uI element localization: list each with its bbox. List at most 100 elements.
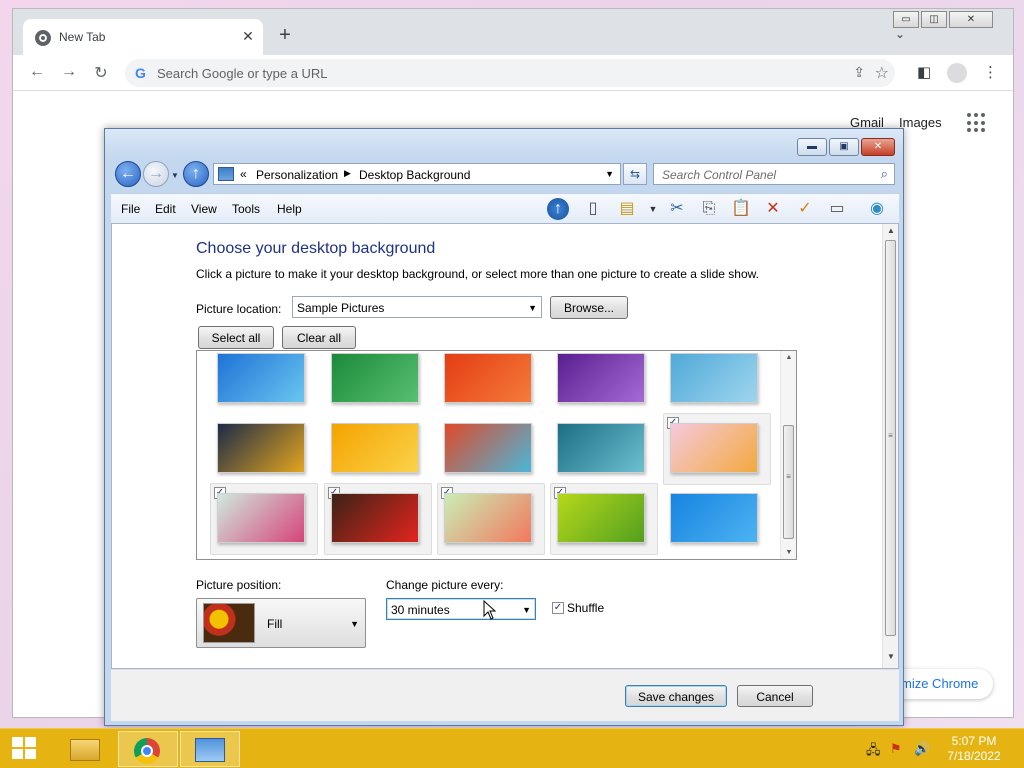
images-link[interactable]: Images: [899, 115, 942, 130]
menu-edit[interactable]: Edit: [155, 202, 176, 216]
back-button-icon[interactable]: ←: [115, 161, 141, 187]
omnibox-placeholder: Search Google or type a URL: [157, 66, 328, 81]
bookmark-star-icon[interactable]: ☆: [875, 63, 889, 83]
gallery-scrollbar[interactable]: ▲ ≡ ▼: [780, 351, 796, 559]
action-center-flag-icon[interactable]: ⚑: [890, 741, 902, 757]
content-scroll-thumb[interactable]: ≡: [885, 240, 896, 636]
search-icon[interactable]: ⌕: [881, 166, 888, 182]
panes-tool-icon[interactable]: ▯: [581, 198, 605, 220]
omnibox[interactable]: G Search Google or type a URL ⇪ ☆: [125, 59, 895, 87]
volume-icon[interactable]: 🔊: [914, 741, 930, 757]
breadcrumb-personalization[interactable]: Personalization: [256, 168, 338, 182]
copy-icon[interactable]: ⎘: [697, 198, 721, 220]
wallpaper-gallery[interactable]: ▲ ≡ ▼ ✓✓✓✓✓: [196, 350, 797, 560]
cut-icon[interactable]: ✂: [665, 198, 689, 220]
folder-options-icon[interactable]: ▤: [615, 198, 639, 220]
menu-view[interactable]: View: [191, 202, 217, 216]
scroll-down-icon[interactable]: ▼: [883, 652, 899, 666]
recent-pages-dropdown-icon[interactable]: ▼: [171, 171, 179, 180]
up-level-icon[interactable]: ↑: [183, 161, 209, 187]
wallpaper-thumbnail[interactable]: [444, 423, 532, 473]
cancel-button[interactable]: Cancel: [737, 685, 813, 707]
tab-new-tab[interactable]: New Tab ✕: [23, 19, 263, 55]
gallery-scroll-down-icon[interactable]: ▼: [781, 549, 796, 556]
wallpaper-thumbnail[interactable]: [670, 353, 758, 403]
menu-tools[interactable]: Tools: [232, 202, 260, 216]
wallpaper-thumbnail[interactable]: [217, 493, 305, 543]
content-pane: Choose your desktop background Click a p…: [111, 223, 899, 669]
cp-close-button[interactable]: ✕: [861, 138, 895, 156]
side-panel-icon[interactable]: ◧: [917, 63, 931, 81]
chrome-close-button[interactable]: ✕: [949, 11, 993, 28]
mouse-cursor-icon: [483, 600, 497, 620]
start-button-windows-icon[interactable]: [12, 737, 38, 761]
network-icon[interactable]: 🖧: [866, 741, 881, 763]
new-tab-button[interactable]: +: [275, 25, 295, 45]
breadcrumb-desktop-background[interactable]: Desktop Background: [359, 168, 470, 182]
content-scrollbar[interactable]: ▲ ≡ ▼: [882, 224, 898, 668]
address-bar[interactable]: « Personalization ▶ Desktop Background ▼: [213, 163, 621, 185]
wallpaper-thumbnail[interactable]: [331, 423, 419, 473]
menu-help[interactable]: Help: [277, 202, 302, 216]
picture-position-select[interactable]: Fill ▼: [196, 598, 366, 648]
address-dropdown-icon[interactable]: ▼: [605, 169, 614, 179]
save-changes-button[interactable]: Save changes: [625, 685, 727, 707]
taskbar-file-explorer[interactable]: [56, 731, 116, 767]
share-icon[interactable]: ⇪: [853, 64, 865, 81]
taskbar-chrome[interactable]: [118, 731, 178, 767]
tab-search-chevron-icon[interactable]: ⌄: [895, 27, 905, 41]
tab-title: New Tab: [59, 30, 106, 44]
wallpaper-thumbnail[interactable]: [331, 493, 419, 543]
wallpaper-thumbnail[interactable]: [670, 493, 758, 543]
refresh-icon[interactable]: ⇆: [623, 163, 647, 185]
gallery-scroll-up-icon[interactable]: ▲: [781, 354, 796, 361]
breadcrumb-overflow[interactable]: «: [240, 167, 247, 181]
system-clock[interactable]: 5:07 PM 7/18/2022: [942, 734, 1006, 764]
properties-icon[interactable]: ▭: [825, 198, 849, 220]
change-picture-label: Change picture every:: [386, 578, 504, 592]
search-control-panel-input[interactable]: Search Control Panel ⌕: [653, 163, 895, 185]
breadcrumb-separator-icon[interactable]: ▶: [344, 168, 351, 179]
tool-dropdown-icon[interactable]: ▼: [641, 198, 665, 220]
wallpaper-thumbnail[interactable]: [217, 353, 305, 403]
shell-icon[interactable]: ◉: [865, 198, 889, 220]
wallpaper-thumbnail[interactable]: [444, 353, 532, 403]
cp-minimize-button[interactable]: ▬: [797, 138, 827, 156]
reload-icon[interactable]: ↻: [91, 63, 111, 83]
select-all-button[interactable]: Select all: [198, 326, 274, 349]
wallpaper-thumbnail[interactable]: [331, 353, 419, 403]
clear-all-button[interactable]: Clear all: [282, 326, 356, 349]
forward-arrow-icon[interactable]: →: [59, 63, 79, 81]
wallpaper-thumbnail[interactable]: [557, 423, 645, 473]
wallpaper-thumbnail[interactable]: [557, 353, 645, 403]
scroll-up-icon[interactable]: ▲: [883, 226, 899, 240]
profile-avatar-icon[interactable]: [947, 63, 967, 83]
change-picture-interval-select[interactable]: 30 minutes ▼: [386, 598, 536, 620]
paste-icon[interactable]: 📋: [729, 198, 753, 220]
forward-button-icon[interactable]: →: [143, 161, 169, 187]
wallpaper-thumbnail[interactable]: [670, 423, 758, 473]
wallpaper-thumbnail[interactable]: [557, 493, 645, 543]
change-picture-value: 30 minutes: [391, 603, 450, 617]
page-title: Choose your desktop background: [196, 240, 436, 257]
google-apps-icon[interactable]: [967, 113, 987, 133]
chrome-maximize-button[interactable]: ◫: [921, 11, 947, 28]
delete-icon[interactable]: ✕: [761, 198, 785, 220]
picture-position-value: Fill: [267, 617, 283, 631]
gallery-scroll-thumb[interactable]: ≡: [783, 425, 794, 539]
tab-close-icon[interactable]: ✕: [239, 27, 257, 45]
shuffle-checkbox[interactable]: ✓: [552, 602, 564, 614]
picture-location-select[interactable]: Sample Pictures ▼: [292, 296, 542, 318]
menu-file[interactable]: File: [121, 202, 140, 216]
wallpaper-thumbnail[interactable]: [217, 423, 305, 473]
back-arrow-icon[interactable]: ←: [27, 63, 47, 81]
browse-button[interactable]: Browse...: [550, 296, 628, 319]
up-arrow-tool-icon[interactable]: ↑: [547, 198, 569, 220]
taskbar-control-panel[interactable]: [180, 731, 240, 767]
wallpaper-thumbnail[interactable]: [444, 493, 532, 543]
chrome-toolbar: ← → ↻ G Search Google or type a URL ⇪ ☆ …: [13, 55, 1013, 91]
chrome-menu-icon[interactable]: ⋮: [983, 63, 998, 81]
cp-maximize-button[interactable]: ▣: [829, 138, 859, 156]
chrome-minimize-button[interactable]: ▭: [893, 11, 919, 28]
check-icon[interactable]: ✓: [793, 198, 817, 220]
